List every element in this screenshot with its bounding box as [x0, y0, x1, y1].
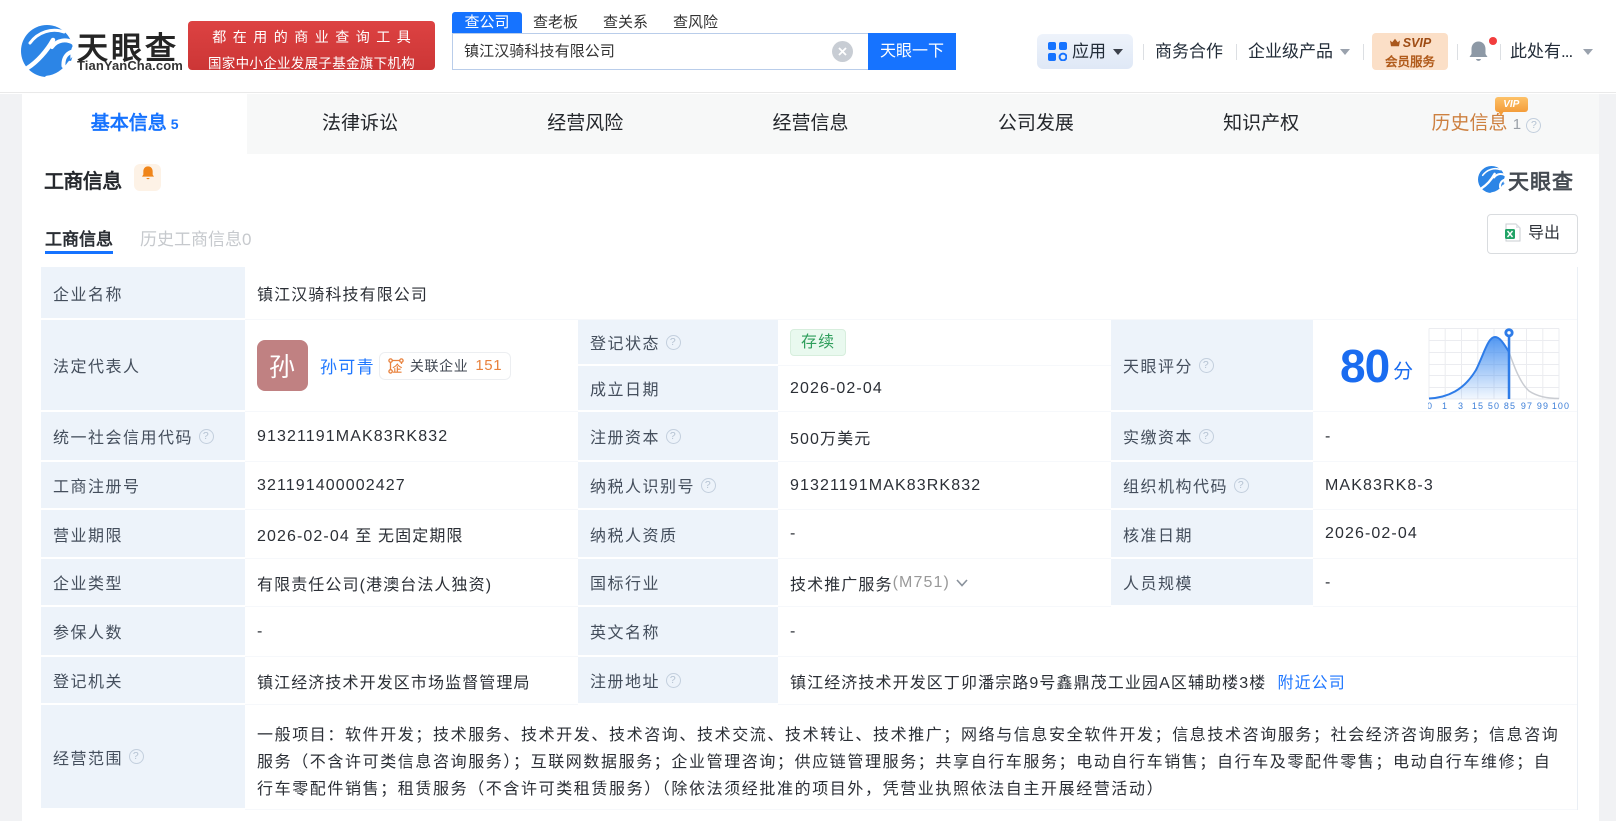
svg-text:1: 1	[1442, 401, 1448, 410]
svg-text:100: 100	[1552, 401, 1570, 410]
svg-text:15: 15	[1472, 401, 1484, 410]
svg-text:85: 85	[1504, 401, 1516, 410]
svg-text:50: 50	[1488, 401, 1500, 410]
svg-text:企: 企	[391, 363, 402, 374]
svg-text:3: 3	[1458, 401, 1464, 410]
svg-text:0: 0	[1428, 401, 1433, 410]
svg-text:97: 97	[1521, 401, 1533, 410]
svg-text:99: 99	[1537, 401, 1549, 410]
